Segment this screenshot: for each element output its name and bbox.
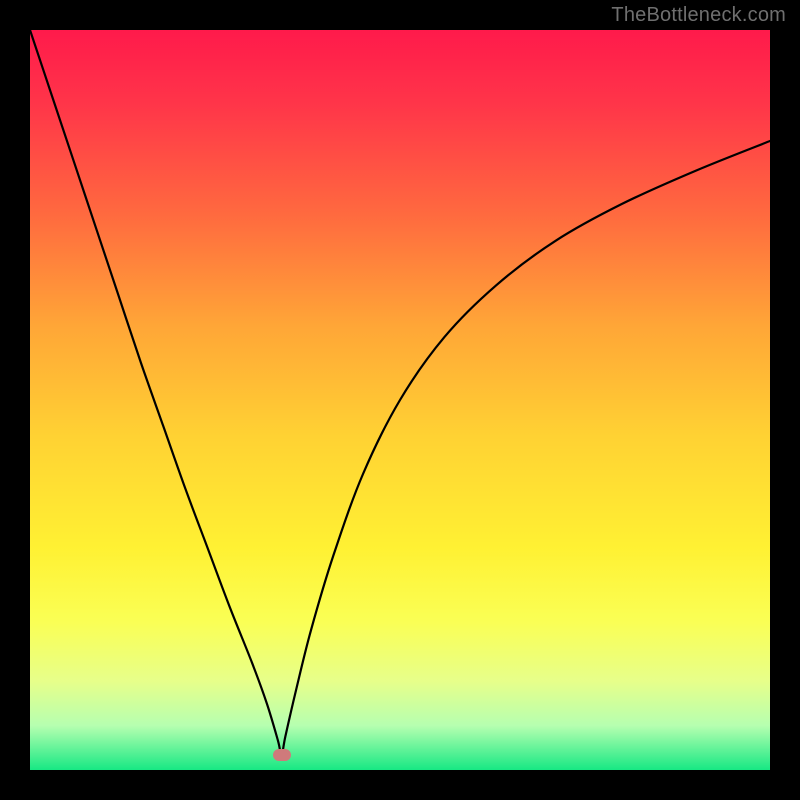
outer-frame: TheBottleneck.com bbox=[0, 0, 800, 800]
bottleneck-chart bbox=[30, 30, 770, 770]
watermark-label: TheBottleneck.com bbox=[611, 4, 786, 27]
optimum-marker bbox=[273, 749, 291, 761]
